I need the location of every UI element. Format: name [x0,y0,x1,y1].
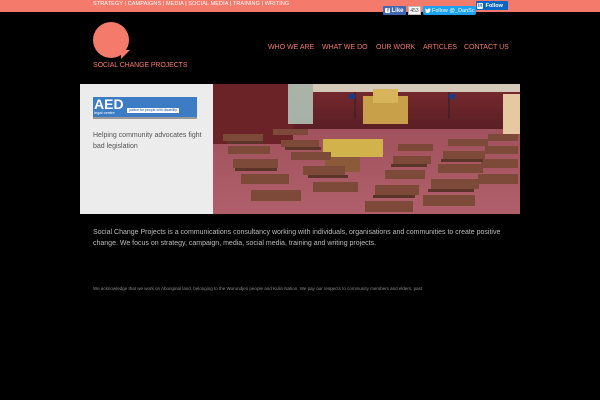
facebook-like-count: 453 [408,6,421,15]
nav-contact-us[interactable]: CONTACT US [464,44,509,51]
speech-bubble-tail [121,50,130,59]
nav-who-we-are[interactable]: WHO WE ARE [268,44,314,51]
aed-logo-subtitle: legal centre [94,110,115,115]
hero-caption: Helping community advocates fight bad le… [93,132,202,150]
twitter-follow-button[interactable]: Follow @_DanSc [423,6,476,15]
hero-slider[interactable]: AED legal centre justice for people with… [80,84,520,214]
parliament-chamber-image [213,84,520,214]
parliament-chamber-photo [213,84,520,214]
hero-caption-panel: AED legal centre justice for people with… [80,84,213,214]
site-logo[interactable]: SOCIAL CHANGE PROJECTS [93,22,188,72]
nav-what-we-do[interactable]: WHAT WE DO [322,44,368,51]
facebook-icon: f [385,7,391,14]
services-links[interactable]: STRATEGY | CAMPAIGNS | MEDIA | SOCIAL ME… [93,1,289,7]
top-bar: STRATEGY | CAMPAIGNS | MEDIA | SOCIAL ME… [0,0,600,12]
linkedin-icon: in [477,2,484,9]
aed-logo-title: AED [94,96,124,112]
twitter-follow-label: Follow @_DanSc [432,7,475,14]
linkedin-follow-label: Follow [485,2,503,9]
twitter-bird-icon [425,8,431,13]
aed-logo-tagline: justice for people with disability [127,108,180,113]
aed-legal-centre-logo: AED legal centre justice for people with… [93,97,197,119]
facebook-like-label: Like [391,7,404,14]
nav-articles[interactable]: ARTICLES [423,44,457,51]
intro-paragraph: Social Change Projects is a communicatio… [93,229,501,247]
acknowledgement-of-country: We acknowledge that we work on Aborigina… [93,286,423,291]
facebook-like-button[interactable]: f Like [383,6,406,15]
logo-text: SOCIAL CHANGE PROJECTS [93,62,188,69]
nav-our-work[interactable]: OUR WORK [376,44,415,51]
linkedin-follow-button[interactable]: in Follow [476,1,508,10]
